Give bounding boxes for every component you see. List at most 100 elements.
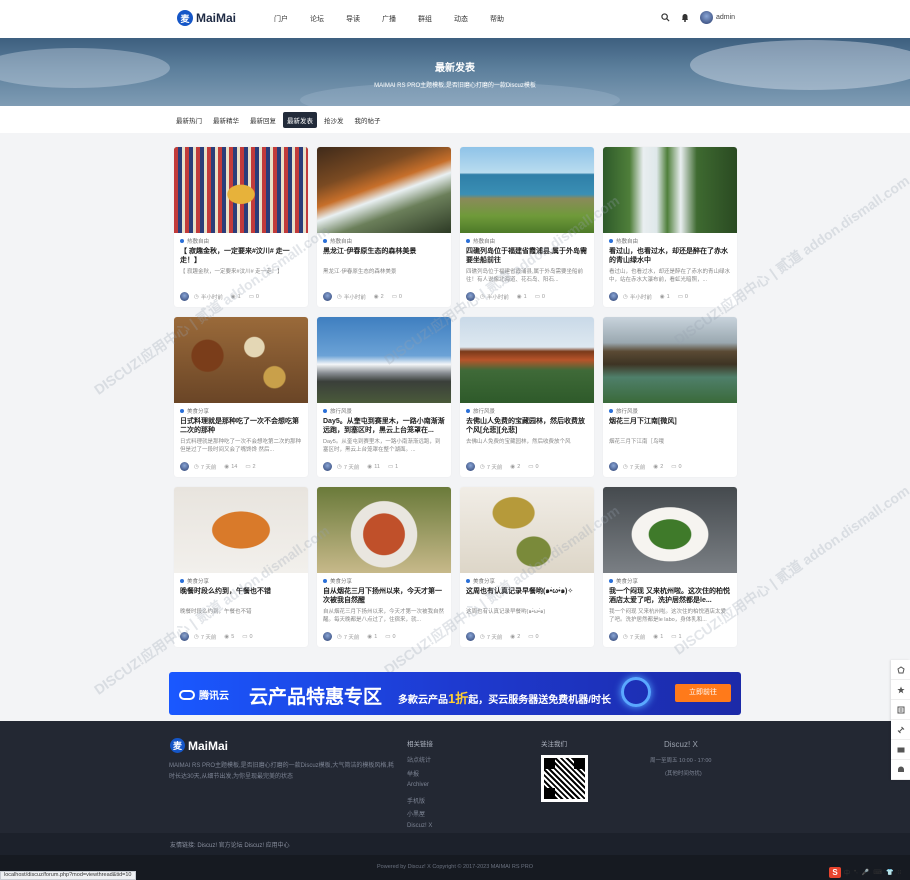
ime-toolbar[interactable]: S 中 •, 🎤 ⌨ 👕 ⁝⁝ <box>829 866 909 878</box>
thread-card[interactable]: 热敷自由 黑龙江·伊春原生态的森林美景 黑龙江·伊春原生态的森林美景 ◷ 半小时前… <box>317 147 451 307</box>
star-icon[interactable] <box>891 680 910 700</box>
author-avatar[interactable] <box>609 632 618 641</box>
thread-thumbnail[interactable] <box>603 487 737 573</box>
thread-category[interactable]: 旅行风景 <box>609 407 638 415</box>
thread-title[interactable]: Day5。从奎屯到赛里木，一路小南渐渐远跑，到塞区时，黑云上台笼罩在... <box>323 417 445 435</box>
author-avatar[interactable] <box>180 292 189 301</box>
thread-title[interactable]: 这周也有认真记录早餐哟(๑•̀ω•́๑)✧ <box>466 587 588 596</box>
footer-link-archiver[interactable]: Archiver <box>407 782 432 796</box>
ime-lang[interactable]: 中 <box>844 868 850 877</box>
tab-hot[interactable]: 最新热门 <box>172 112 206 128</box>
thread-title[interactable]: 自从烟花三月下扬州以来，今天才第一次被我自然醒 <box>323 587 445 605</box>
user-avatar[interactable] <box>700 11 713 24</box>
footer-link-report[interactable]: 举报 <box>407 769 432 783</box>
thread-card[interactable]: 旅行风景 Day5。从奎屯到赛里木，一路小南渐渐远跑，到塞区时，黑云上台笼罩在.… <box>317 317 451 477</box>
author-avatar[interactable] <box>466 462 475 471</box>
thread-category[interactable]: 美食分享 <box>466 577 495 585</box>
thread-thumbnail[interactable] <box>174 147 308 233</box>
footer-logo[interactable]: 麦 MaiMai <box>170 738 228 753</box>
author-avatar[interactable] <box>466 632 475 641</box>
thread-title[interactable]: 晚餐时段么约到，午餐也不错 <box>180 587 302 596</box>
footer-link-stats[interactable]: 站点统计 <box>407 755 432 769</box>
thread-category[interactable]: 美食分享 <box>323 577 352 585</box>
author-avatar[interactable] <box>180 462 189 471</box>
thread-card[interactable]: 热敷自由 四礁列岛位于福建省霞浦县,属于外岛需要坐船前往 四礁列岛位于福建省霞浦… <box>460 147 594 307</box>
thread-thumbnail[interactable] <box>460 147 594 233</box>
thread-card[interactable]: 美食分享 这周也有认真记录早餐哟(๑•̀ω•́๑)✧ 这周也有认真记录早餐哟(๑… <box>460 487 594 647</box>
thread-card[interactable]: 美食分享 晚餐时段么约到，午餐也不错 晚餐时段么约到，午餐也不错 ◷ 7 天前 ◉… <box>174 487 308 647</box>
thread-card[interactable]: 美食分享 自从烟花三月下扬州以来，今天才第一次被我自然醒 自从烟花三月下扬州以来… <box>317 487 451 647</box>
thread-title[interactable]: 日式料理就是那种吃了一次不会想吃第二次的那种 <box>180 417 302 435</box>
sogou-icon[interactable]: S <box>829 866 841 878</box>
author-avatar[interactable] <box>466 292 475 301</box>
thread-thumbnail[interactable] <box>317 317 451 403</box>
thread-card[interactable]: 旅行风景 去佛山人免费的宝藏园林，然后收费放个风[允悲][允悲] 去佛山人免费的… <box>460 317 594 477</box>
thread-card[interactable]: 美食分享 日式料理就是那种吃了一次不会想吃第二次的那种 日式料理就是那种吃了一次… <box>174 317 308 477</box>
thread-thumbnail[interactable] <box>174 487 308 573</box>
tab-my-posts[interactable]: 我的帖子 <box>351 112 385 128</box>
thread-thumbnail[interactable] <box>603 147 737 233</box>
thread-thumbnail[interactable] <box>317 487 451 573</box>
thread-category[interactable]: 热敷自由 <box>180 237 209 245</box>
thread-category[interactable]: 旅行风景 <box>466 407 495 415</box>
tab-latest-reply[interactable]: 最新回复 <box>246 112 280 128</box>
thread-thumbnail[interactable] <box>317 147 451 233</box>
nav-item-guide[interactable]: 导读 <box>346 14 360 24</box>
thread-title[interactable]: 四礁列岛位于福建省霞浦县,属于外岛需要坐船前往 <box>466 247 588 265</box>
ime-punct[interactable]: •, <box>854 869 858 875</box>
thread-title[interactable]: 去佛山人免费的宝藏园林，然后收费放个风[允悲][允悲] <box>466 417 588 435</box>
thread-title[interactable]: 【 寂趣金秋，一定要来#汶川# 走一走！】 <box>180 247 302 265</box>
ad-go-button[interactable]: 立即前往 <box>675 684 731 702</box>
thread-thumbnail[interactable] <box>460 317 594 403</box>
thread-thumbnail[interactable] <box>603 317 737 403</box>
tab-latest-post[interactable]: 最新发表 <box>283 112 317 128</box>
promo-banner[interactable]: 腾讯云 云产品特惠专区 多款云产品1折起，买云服务器送免费机器/时长 立即前往 <box>169 672 741 715</box>
nav-item-feed[interactable]: 动态 <box>454 14 468 24</box>
thread-category[interactable]: 旅行风景 <box>323 407 352 415</box>
thread-category[interactable]: 美食分享 <box>180 407 209 415</box>
author-avatar[interactable] <box>323 462 332 471</box>
thread-title[interactable]: 我一个闷现 又来杭州啦。这次住的柏悦酒店太爱了吧，洗护居然都是le... <box>609 587 731 605</box>
tab-sofa[interactable]: 抢沙发 <box>320 112 348 128</box>
thread-category[interactable]: 美食分享 <box>609 577 638 585</box>
author-avatar[interactable] <box>609 462 618 471</box>
thread-card[interactable]: 热敷自由 看过山，也看过水，却还是醉在了赤水的青山绿水中 看过山，也看过水，却还… <box>603 147 737 307</box>
mail-icon[interactable] <box>891 740 910 760</box>
thread-card[interactable]: 旅行风景 烟花三月下江南[微风] 烟花三月下江南［鸟哦 ◷ 7 天前 ◉ 2 ▭ 0 <box>603 317 737 477</box>
nav-item-broadcast[interactable]: 广播 <box>382 14 396 24</box>
author-avatar[interactable] <box>323 292 332 301</box>
author-avatar[interactable] <box>180 632 189 641</box>
search-icon[interactable] <box>660 13 670 23</box>
bell-icon[interactable] <box>891 760 910 780</box>
thread-thumbnail[interactable] <box>174 317 308 403</box>
ime-menu-icon[interactable]: ⁝⁝ <box>897 869 901 876</box>
ime-keyboard-icon[interactable]: ⌨ <box>873 869 882 876</box>
nav-item-help[interactable]: 帮助 <box>490 14 504 24</box>
thread-title[interactable]: 烟花三月下江南[微风] <box>609 417 731 426</box>
thread-card[interactable]: 热敷自由 【 寂趣金秋，一定要来#汶川# 走一走！】 【 寂趣金秋，一定要来#汶… <box>174 147 308 307</box>
author-avatar[interactable] <box>323 632 332 641</box>
link-icon[interactable] <box>891 720 910 740</box>
nav-item-portal[interactable]: 门户 <box>274 14 288 24</box>
thread-category[interactable]: 热敷自由 <box>609 237 638 245</box>
thread-title[interactable]: 看过山，也看过水，却还是醉在了赤水的青山绿水中 <box>609 247 731 265</box>
bell-icon[interactable] <box>680 13 690 23</box>
author-avatar[interactable] <box>609 292 618 301</box>
thread-category[interactable]: 热敷自由 <box>323 237 352 245</box>
username[interactable]: admin <box>716 14 735 21</box>
thread-category[interactable]: 热敷自由 <box>466 237 495 245</box>
site-logo[interactable]: 麦 MaiMai <box>177 10 236 26</box>
footer-link-blackroom[interactable]: 小黑屋 <box>407 809 432 823</box>
footer-link-mobile[interactable]: 手机版 <box>407 796 432 810</box>
thread-title[interactable]: 黑龙江·伊春原生态的森林美景 <box>323 247 445 256</box>
nav-item-forum[interactable]: 论坛 <box>310 14 324 24</box>
thread-card[interactable]: 美食分享 我一个闷现 又来杭州啦。这次住的柏悦酒店太爱了吧，洗护居然都是le..… <box>603 487 737 647</box>
skin-icon[interactable] <box>891 660 910 680</box>
ime-skin-icon[interactable]: 👕 <box>886 869 893 876</box>
nav-item-groups[interactable]: 群组 <box>418 14 432 24</box>
ime-voice-icon[interactable]: 🎤 <box>862 869 869 876</box>
tab-digest[interactable]: 最新精华 <box>209 112 243 128</box>
thread-category[interactable]: 美食分享 <box>180 577 209 585</box>
list-icon[interactable] <box>891 700 910 720</box>
thread-thumbnail[interactable] <box>460 487 594 573</box>
